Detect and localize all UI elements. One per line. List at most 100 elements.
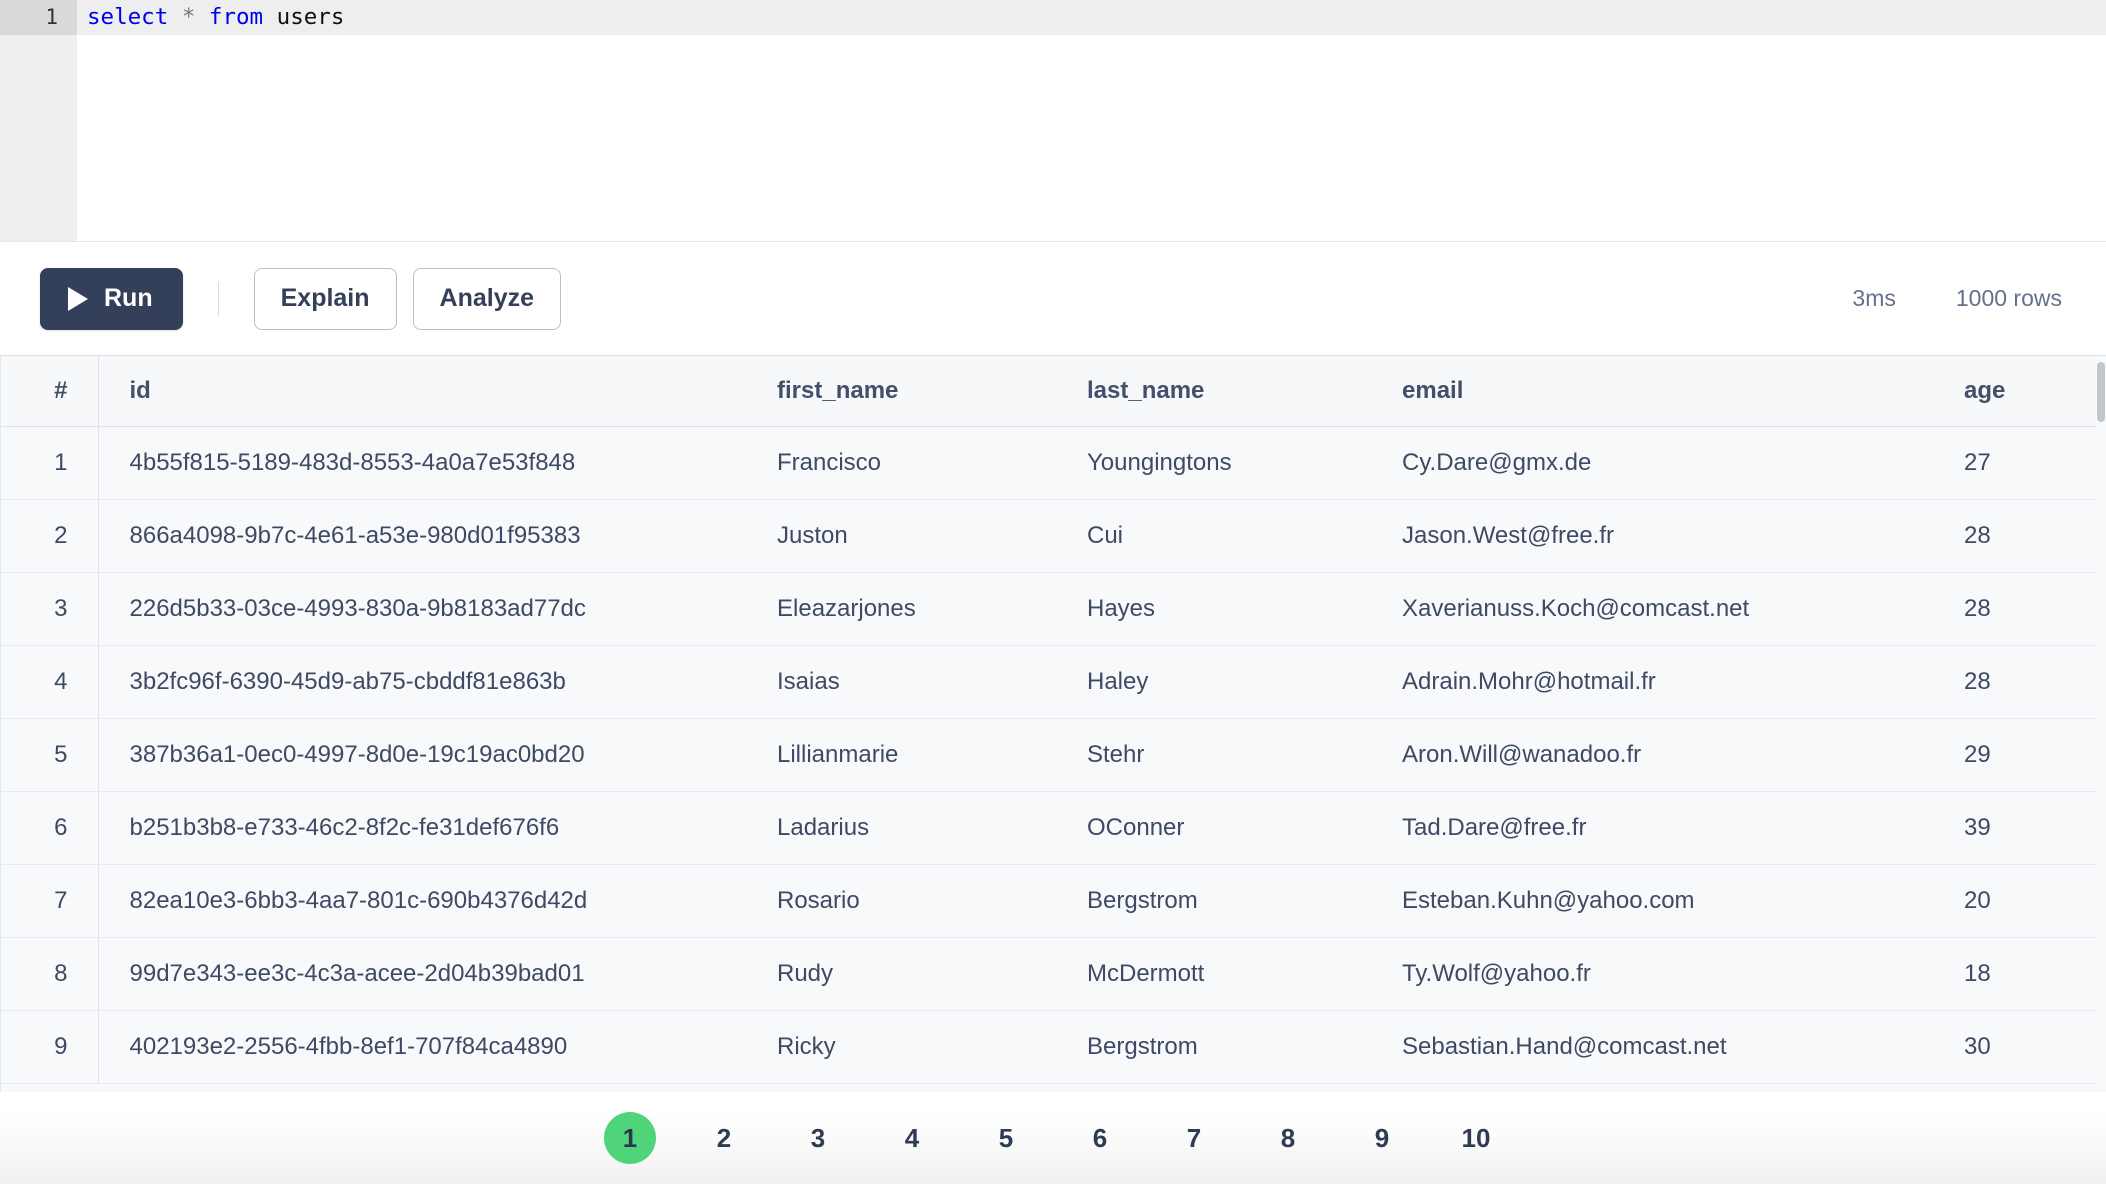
table-row[interactable]: 1 4b55f815-5189-483d-8553-4a0a7e53f848 Fra…	[0, 426, 2096, 500]
table-row[interactable]: 2 866a4098-9b7c-4e61-a53e-980d01f95383 Jus…	[0, 499, 2096, 573]
cell-age[interactable]: 30	[1933, 1010, 2096, 1084]
cell-age[interactable]: 18	[1933, 937, 2096, 1011]
toolbar-divider	[217, 281, 219, 316]
table-row[interactable]: 7 82ea10e3-6bb3-4aa7-801c-690b4376d42d Ros…	[0, 864, 2096, 938]
editor-gutter	[0, 0, 77, 241]
cell-first-name[interactable]: Juston	[746, 499, 1056, 573]
run-button[interactable]: Run	[40, 267, 183, 330]
cell-email[interactable]: Aron.Will@wanadoo.fr	[1371, 718, 1933, 792]
column-header-last-name[interactable]: last_name	[1056, 356, 1371, 427]
cell-first-name[interactable]: Rosario	[746, 864, 1056, 938]
cell-age[interactable]: 20	[1933, 864, 2096, 938]
cell-id[interactable]: 3b2fc96f-6390-45d9-ab75-cbddf81e863b	[98, 645, 746, 719]
cell-email[interactable]: Jason.West@free.fr	[1371, 499, 1933, 573]
pagination-page-5[interactable]: 5	[980, 1112, 1032, 1164]
cell-age[interactable]: 28	[1933, 645, 2096, 719]
pagination-page-6[interactable]: 6	[1074, 1112, 1126, 1164]
cell-row-index[interactable]: 7	[0, 864, 99, 938]
cell-email[interactable]: Ty.Wolf@yahoo.fr	[1371, 937, 1933, 1011]
column-header-email[interactable]: email	[1371, 356, 1933, 427]
column-header-index[interactable]: #	[0, 356, 99, 427]
pagination-page-1[interactable]: 1	[604, 1112, 656, 1164]
table-row[interactable]: 3 226d5b33-03ce-4993-830a-9b8183ad77dc Ele…	[0, 572, 2096, 646]
sql-token-space-2	[195, 4, 209, 30]
column-header-age[interactable]: age	[1933, 356, 2096, 427]
sql-token-table-name: users	[276, 4, 345, 30]
cell-age[interactable]: 28	[1933, 572, 2096, 646]
cell-first-name[interactable]: Ricky	[746, 1010, 1056, 1084]
cell-row-index[interactable]: 9	[0, 1010, 99, 1084]
column-header-id[interactable]: id	[98, 356, 746, 427]
results-table-header: # id first_name last_name email age	[0, 356, 2096, 427]
cell-first-name[interactable]: Rudy	[746, 937, 1056, 1011]
cell-age[interactable]: 39	[1933, 791, 2096, 865]
cell-last-name[interactable]: Stehr	[1056, 718, 1371, 792]
column-header-first-name[interactable]: first_name	[746, 356, 1056, 427]
cell-first-name[interactable]: Isaias	[746, 645, 1056, 719]
cell-id[interactable]: 82ea10e3-6bb3-4aa7-801c-690b4376d42d	[98, 864, 746, 938]
cell-age[interactable]: 29	[1933, 718, 2096, 792]
cell-id[interactable]: b251b3b8-e733-46c2-8f2c-fe31def676f6	[98, 791, 746, 865]
cell-last-name[interactable]: McDermott	[1056, 937, 1371, 1011]
cell-first-name[interactable]: Francisco	[746, 426, 1056, 500]
cell-email[interactable]: Tad.Dare@free.fr	[1371, 791, 1933, 865]
sql-token-keyword-from: from	[208, 4, 264, 30]
cell-row-index[interactable]: 5	[0, 718, 99, 792]
cell-id[interactable]: 402193e2-2556-4fbb-8ef1-707f84ca4890	[98, 1010, 746, 1084]
editor-line-1[interactable]: 1 select * from users	[0, 0, 2106, 35]
analyze-button[interactable]: Analyze	[412, 267, 562, 330]
sql-token-space-3	[263, 4, 277, 30]
results-vertical-scrollbar[interactable]	[2096, 356, 2106, 1184]
explain-button[interactable]: Explain	[253, 267, 397, 330]
cell-id[interactable]: 866a4098-9b7c-4e61-a53e-980d01f95383	[98, 499, 746, 573]
cell-email[interactable]: Xaverianuss.Koch@comcast.net	[1371, 572, 1933, 646]
cell-id[interactable]: 226d5b33-03ce-4993-830a-9b8183ad77dc	[98, 572, 746, 646]
query-toolbar: Run Explain Analyze 3ms 1000 rows	[0, 242, 2106, 356]
sql-editor[interactable]: 1 select * from users	[0, 0, 2106, 242]
sql-token-star: *	[181, 4, 196, 30]
cell-last-name[interactable]: Youngingtons	[1056, 426, 1371, 500]
cell-row-index[interactable]: 4	[0, 645, 99, 719]
pagination-page-10[interactable]: 10	[1450, 1112, 1502, 1164]
pagination-page-4[interactable]: 4	[886, 1112, 938, 1164]
cell-last-name[interactable]: OConner	[1056, 791, 1371, 865]
table-row[interactable]: 4 3b2fc96f-6390-45d9-ab75-cbddf81e863b Isa…	[0, 645, 2096, 719]
cell-last-name[interactable]: Haley	[1056, 645, 1371, 719]
cell-id[interactable]: 387b36a1-0ec0-4997-8d0e-19c19ac0bd20	[98, 718, 746, 792]
cell-first-name[interactable]: Eleazarjones	[746, 572, 1056, 646]
cell-row-index[interactable]: 8	[0, 937, 99, 1011]
cell-email[interactable]: Cy.Dare@gmx.de	[1371, 426, 1933, 500]
results-grid-container[interactable]: # id first_name last_name email age 1 4b5…	[0, 356, 2106, 1184]
analyze-button-label: Analyze	[439, 284, 535, 312]
cell-first-name[interactable]: Lillianmarie	[746, 718, 1056, 792]
cell-last-name[interactable]: Hayes	[1056, 572, 1371, 646]
cell-email[interactable]: Sebastian.Hand@comcast.net	[1371, 1010, 1933, 1084]
cell-row-index[interactable]: 6	[0, 791, 99, 865]
table-row[interactable]: 9 402193e2-2556-4fbb-8ef1-707f84ca4890 Ric…	[0, 1010, 2096, 1084]
cell-age[interactable]: 27	[1933, 426, 2096, 500]
pagination-page-2[interactable]: 2	[698, 1112, 750, 1164]
cell-first-name[interactable]: Ladarius	[746, 791, 1056, 865]
cell-email[interactable]: Adrain.Mohr@hotmail.fr	[1371, 645, 1933, 719]
grid-left-edge	[0, 356, 1, 1184]
pagination-page-7[interactable]: 7	[1168, 1112, 1220, 1164]
cell-row-index[interactable]: 2	[0, 499, 99, 573]
pagination-page-9[interactable]: 9	[1356, 1112, 1408, 1164]
cell-id[interactable]: 99d7e343-ee3c-4c3a-acee-2d04b39bad01	[98, 937, 746, 1011]
cell-id[interactable]: 4b55f815-5189-483d-8553-4a0a7e53f848	[98, 426, 746, 500]
pagination-page-8[interactable]: 8	[1262, 1112, 1314, 1164]
pagination-page-3[interactable]: 3	[792, 1112, 844, 1164]
query-duration: 3ms	[1852, 285, 1896, 311]
cell-last-name[interactable]: Bergstrom	[1056, 1010, 1371, 1084]
cell-last-name[interactable]: Bergstrom	[1056, 864, 1371, 938]
cell-row-index[interactable]: 1	[0, 426, 99, 500]
results-vertical-scrollbar-thumb[interactable]	[2097, 362, 2105, 422]
table-row[interactable]: 5 387b36a1-0ec0-4997-8d0e-19c19ac0bd20 Lil…	[0, 718, 2096, 792]
table-row[interactable]: 6 b251b3b8-e733-46c2-8f2c-fe31def676f6 Lad…	[0, 791, 2096, 865]
cell-last-name[interactable]: Cui	[1056, 499, 1371, 573]
table-row[interactable]: 8 99d7e343-ee3c-4c3a-acee-2d04b39bad01 Rud…	[0, 937, 2096, 1011]
cell-email[interactable]: Esteban.Kuhn@yahoo.com	[1371, 864, 1933, 938]
cell-age[interactable]: 28	[1933, 499, 2096, 573]
editor-line-content[interactable]: select * from users	[77, 0, 344, 35]
cell-row-index[interactable]: 3	[0, 572, 99, 646]
